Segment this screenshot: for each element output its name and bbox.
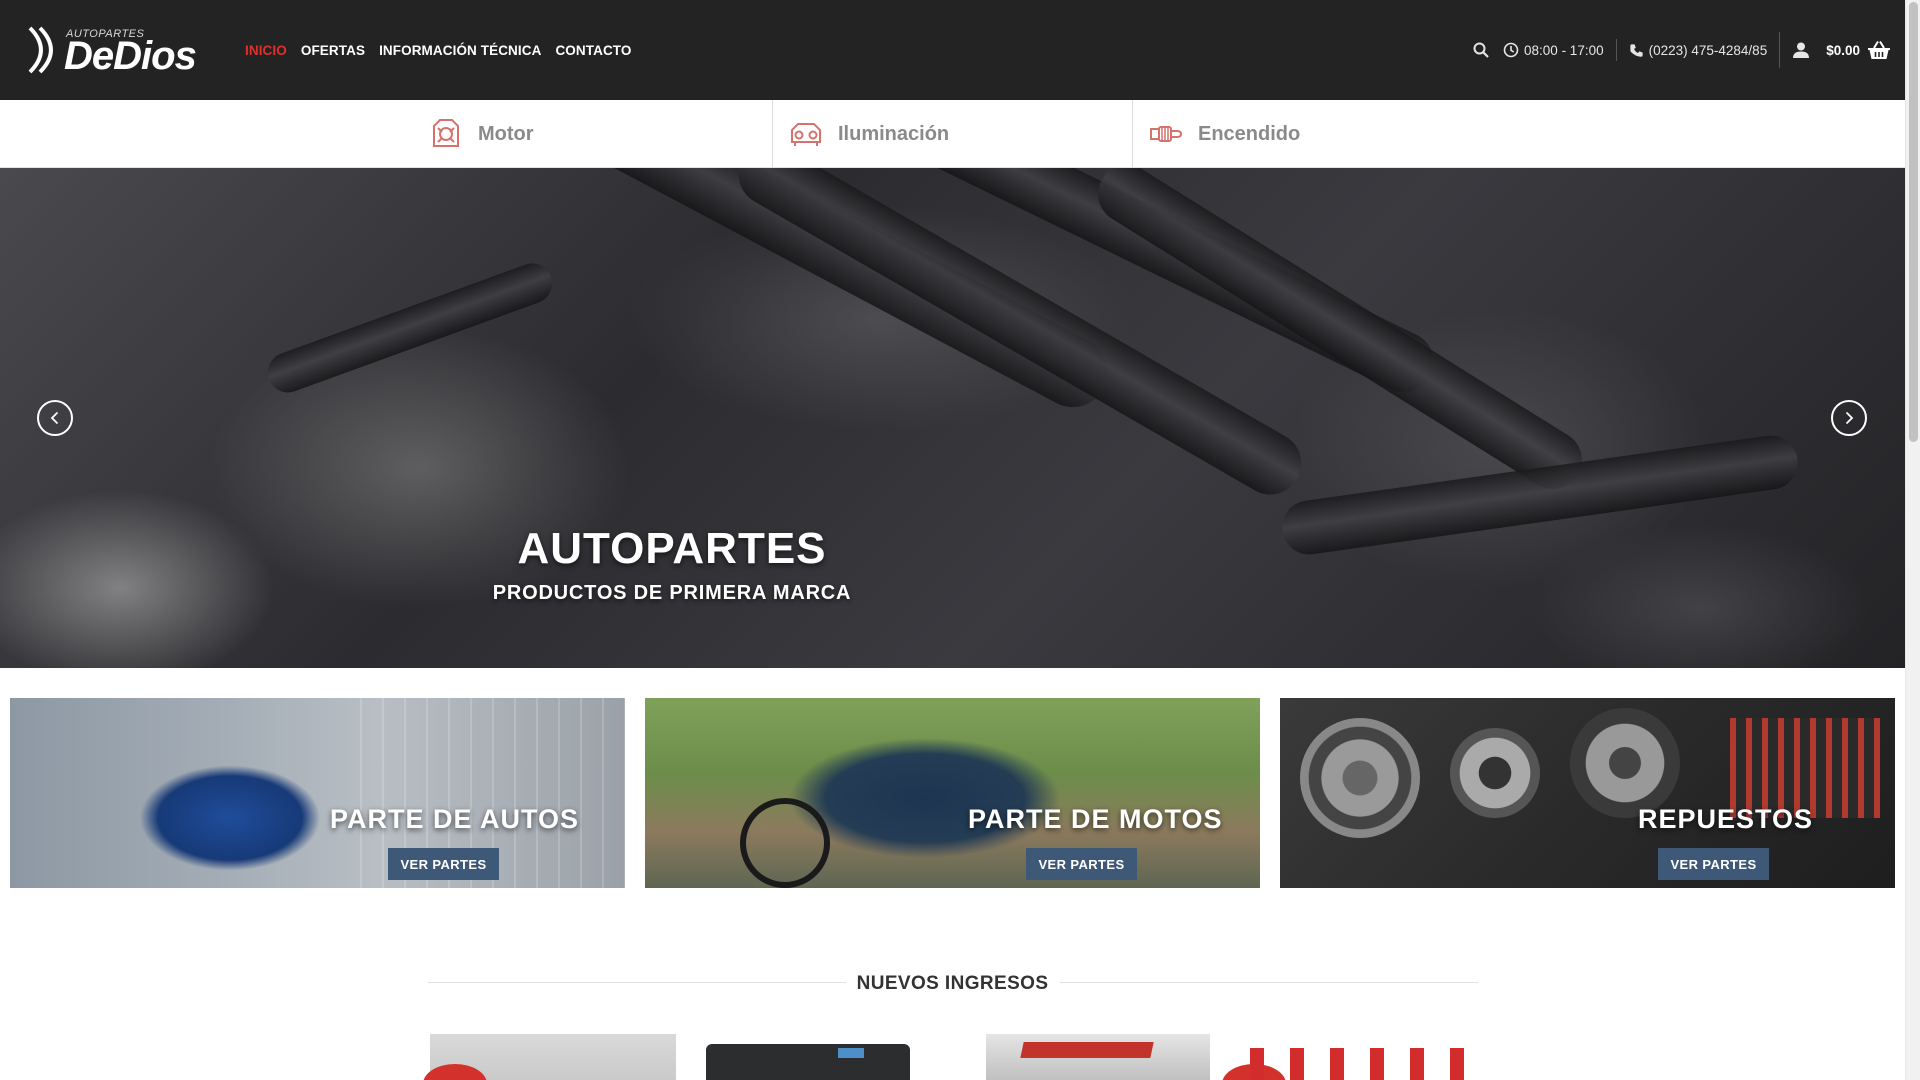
hero-image-detail	[1087, 168, 1593, 500]
hero-subtitle: PRODUCTOS DE PRIMERA MARCA	[492, 582, 852, 604]
hero-image-detail	[727, 168, 1313, 506]
category-label: Iluminación	[838, 122, 950, 145]
scrollbar-thumb[interactable]	[1909, 2, 1918, 442]
account-button[interactable]	[1792, 41, 1810, 59]
ver-partes-button[interactable]: VER PARTES	[388, 848, 499, 880]
slider-next-button[interactable]	[1831, 400, 1867, 436]
nav-ofertas[interactable]: OFERTAS	[301, 43, 365, 58]
product-card[interactable]	[1230, 1034, 1474, 1080]
hero-image-detail	[262, 257, 558, 399]
business-hours: 08:00 - 17:00	[1503, 42, 1604, 58]
spark-plug-icon	[1150, 126, 1183, 142]
divider	[1779, 32, 1781, 68]
category-iluminacion[interactable]: Iluminación	[788, 100, 949, 168]
nav-contacto[interactable]: CONTACTO	[555, 43, 631, 58]
nav-inicio[interactable]: INICIO	[245, 43, 287, 58]
banner-parte-de-motos[interactable]: PARTE DE MOTOS VER PARTES	[645, 698, 1260, 888]
basket-icon	[1868, 40, 1890, 59]
divider	[1615, 39, 1617, 61]
banner-title: PARTE DE MOTOS	[968, 804, 1223, 834]
product-image-detail	[838, 1048, 864, 1058]
product-image-detail	[1020, 1042, 1154, 1058]
cart-button[interactable]: $0.00	[1826, 40, 1891, 60]
clock-icon	[1503, 42, 1519, 58]
ver-partes-button[interactable]: VER PARTES	[1026, 848, 1137, 880]
product-card[interactable]	[706, 1044, 910, 1080]
chevron-right-icon	[1845, 411, 1854, 425]
logo-title: DeDios	[64, 34, 197, 78]
hero-title: AUTOPARTES	[517, 524, 827, 573]
headlight-icon	[791, 123, 821, 146]
ver-partes-button[interactable]: VER PARTES	[1658, 848, 1769, 880]
banner-image	[1300, 718, 1420, 838]
cart-total: $0.00	[1826, 42, 1860, 58]
banner-image	[1570, 708, 1680, 818]
divider	[772, 100, 773, 168]
search-button[interactable]	[1473, 42, 1489, 58]
slider-prev-button[interactable]	[37, 400, 73, 436]
phone-text: (0223) 475-4284/85	[1648, 42, 1768, 58]
product-image	[1250, 1048, 1470, 1080]
hours-text: 08:00 - 17:00	[1524, 42, 1604, 58]
category-encendido[interactable]: Encendido	[1148, 100, 1300, 168]
category-label: Motor	[478, 122, 534, 145]
category-label: Encendido	[1198, 122, 1301, 145]
chevron-left-icon	[50, 411, 59, 425]
category-motor[interactable]: Motor	[428, 100, 534, 168]
banner-image	[105, 738, 355, 888]
header-tools: 08:00 - 17:00 (0223) 475-4284/85 $0.00	[1473, 0, 1891, 100]
section-title: NUEVOS INGRESOS	[856, 973, 1049, 994]
nav-informacion-tecnica[interactable]: INFORMACIÓN TÉCNICA	[379, 43, 541, 58]
banner-image	[740, 798, 830, 888]
banner-image	[1450, 728, 1540, 818]
phone-icon	[1629, 43, 1643, 57]
main-nav: INICIO OFERTAS INFORMACIÓN TÉCNICA CONTA…	[245, 0, 632, 100]
category-bar: Motor Iluminación Encendido	[0, 100, 1905, 168]
divider	[1132, 100, 1133, 168]
engine-icon	[433, 119, 459, 147]
phone-link[interactable]: (0223) 475-4284/85	[1629, 42, 1768, 58]
page-scrollbar[interactable]	[1905, 0, 1920, 1080]
user-icon	[1793, 42, 1810, 58]
site-logo[interactable]: AUTOPARTES DeDios	[26, 22, 206, 78]
search-icon	[1473, 42, 1489, 58]
page: AUTOPARTES DeDios INICIO OFERTAS INFORMA…	[0, 0, 1920, 1080]
banner-title: PARTE DE AUTOS	[330, 804, 580, 834]
product-card[interactable]	[986, 1034, 1210, 1080]
banner-image	[1730, 718, 1880, 818]
banner-parte-de-autos[interactable]: PARTE DE AUTOS VER PARTES	[10, 698, 625, 888]
banner-repuestos[interactable]: REPUESTOS VER PARTES	[1280, 698, 1895, 888]
product-image	[706, 1044, 910, 1080]
hero-slider: AUTOPARTES PRODUCTOS DE PRIMERA MARCA	[0, 168, 1905, 668]
banner-title: REPUESTOS	[1638, 804, 1814, 834]
site-header: AUTOPARTES DeDios INICIO OFERTAS INFORMA…	[0, 0, 1905, 100]
